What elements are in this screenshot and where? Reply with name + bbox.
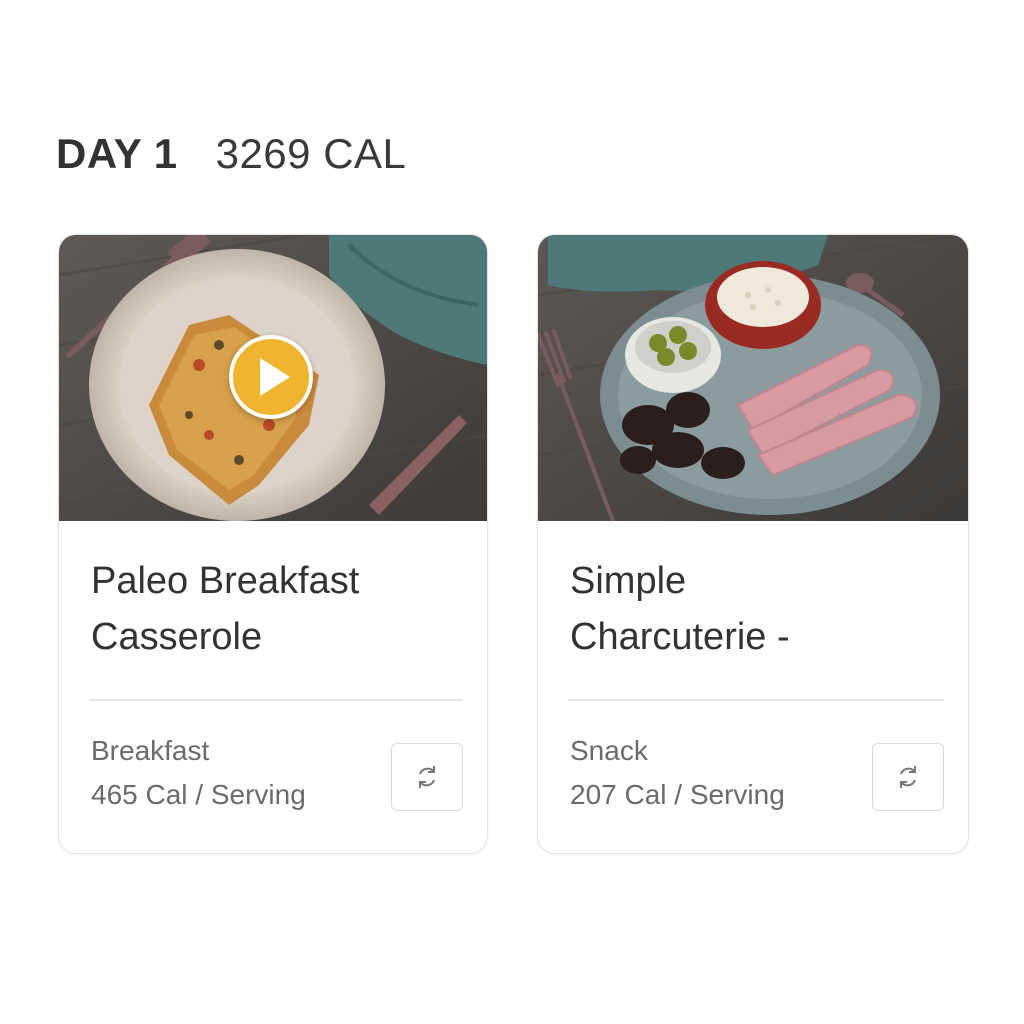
swap-recipe-button[interactable] — [391, 743, 463, 811]
recipe-card[interactable]: Paleo Breakfast Casserole Breakfast 465 … — [58, 234, 488, 854]
recipe-image[interactable] — [538, 235, 968, 521]
meal-type: Snack — [570, 735, 648, 766]
recipe-title-line1: Simple — [570, 560, 687, 602]
calories-per-serving: 465 Cal / Serving — [91, 779, 306, 810]
play-icon — [260, 358, 290, 396]
divider — [568, 699, 944, 701]
recipe-photo — [538, 235, 968, 521]
recipe-card[interactable]: Simple Charcuterie - Snack 207 Cal / Ser… — [537, 234, 969, 854]
swap-icon — [900, 766, 916, 788]
recipe-title-line1: Paleo Breakfast — [91, 560, 360, 602]
recipe-title[interactable]: Simple Charcuterie - — [570, 553, 940, 665]
divider — [89, 699, 463, 701]
meal-type: Breakfast — [91, 735, 210, 766]
recipe-title-line2: Casserole — [91, 616, 263, 658]
play-video-button[interactable] — [229, 335, 313, 419]
recipe-title-line2: Charcuterie - — [570, 616, 790, 658]
day-header: DAY 1 3269 CAL — [56, 128, 406, 180]
recipe-image[interactable] — [59, 235, 487, 521]
day-total-calories: 3269 CAL — [215, 130, 407, 177]
swap-recipe-button[interactable] — [872, 743, 944, 811]
day-label: DAY 1 — [56, 130, 178, 177]
swap-icon — [419, 766, 435, 788]
calories-per-serving: 207 Cal / Serving — [570, 779, 785, 810]
recipe-title[interactable]: Paleo Breakfast Casserole — [91, 553, 461, 665]
